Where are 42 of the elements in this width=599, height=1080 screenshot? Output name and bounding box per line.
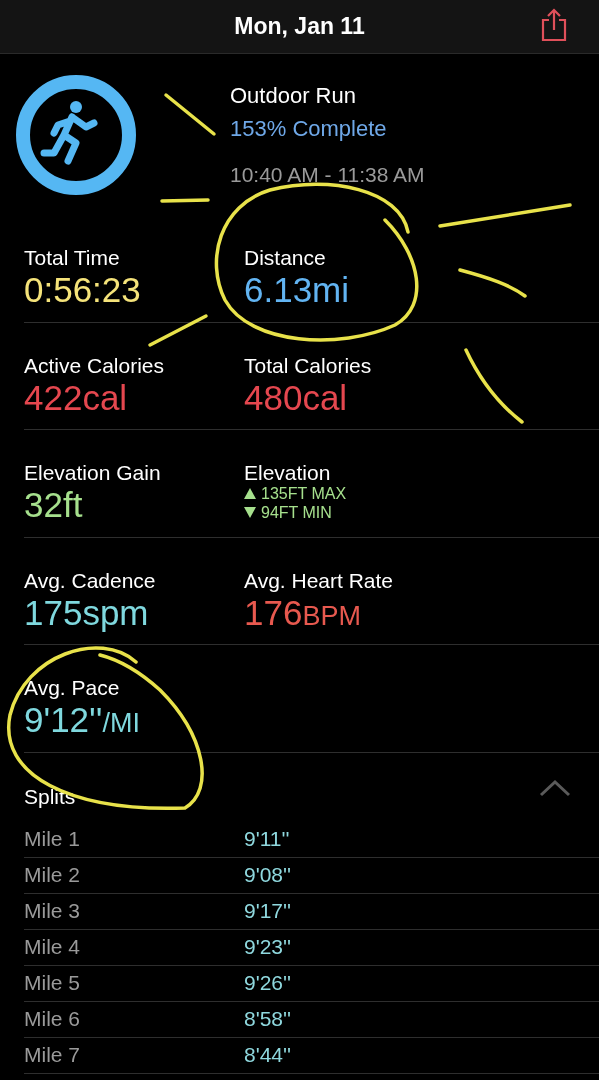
splits-heading: Splits — [24, 783, 76, 810]
metric-label: Elevation Gain — [24, 460, 162, 486]
split-pace: 8'58'' — [244, 1006, 292, 1033]
split-label: Mile 2 — [24, 862, 82, 889]
metric-label: Distance — [244, 245, 327, 271]
metric-value: 480cal — [244, 377, 349, 418]
down-triangle-icon — [244, 506, 256, 518]
split-pace: 9'23'' — [244, 934, 292, 961]
metric-label: Active Calories — [24, 352, 166, 378]
split-label: Mile 1 — [24, 826, 82, 853]
split-pace: 9'11'' — [244, 826, 290, 853]
split-label: Mile 5 — [24, 970, 82, 997]
share-icon[interactable] — [539, 8, 569, 42]
split-label: Mile 6 — [24, 1006, 82, 1033]
metric-value: 9'12''/MI — [24, 700, 141, 741]
metric-value: 6.13mi — [244, 270, 351, 311]
metric-value: 32ft — [24, 485, 84, 526]
up-triangle-icon — [244, 488, 256, 500]
split-pace: 9'26'' — [244, 970, 292, 997]
split-label: Mile 4 — [24, 934, 82, 961]
workout-time-range: 10:40 AM - 11:38 AM — [230, 161, 425, 188]
running-ring-icon — [14, 72, 138, 197]
metric-label: Total Time — [24, 245, 121, 271]
elevation-min: 94FT MIN — [261, 503, 332, 521]
split-label: Mile 3 — [24, 898, 82, 925]
metric-label: Total Calories — [244, 352, 373, 378]
metric-label: Avg. Cadence — [24, 567, 157, 593]
metric-label: Elevation — [244, 460, 332, 486]
metric-label: Avg. Pace — [24, 675, 121, 701]
metric-value: 0:56:23 — [24, 270, 142, 311]
collapse-chevron-icon[interactable] — [539, 778, 571, 797]
elevation-max: 135FT MAX — [261, 485, 347, 503]
metric-value: 422cal — [24, 377, 129, 418]
workout-name: Outdoor Run — [230, 81, 357, 110]
split-pace: 9'08'' — [244, 862, 292, 889]
date-title: Mon, Jan 11 — [234, 12, 365, 42]
metric-value: 176BPM — [244, 592, 362, 633]
metric-value: 175spm — [24, 592, 150, 633]
split-pace: 9'17'' — [244, 898, 292, 925]
metric-label: Avg. Heart Rate — [244, 567, 395, 593]
split-pace: 8'44'' — [244, 1042, 292, 1069]
split-label: Mile 7 — [24, 1042, 82, 1069]
